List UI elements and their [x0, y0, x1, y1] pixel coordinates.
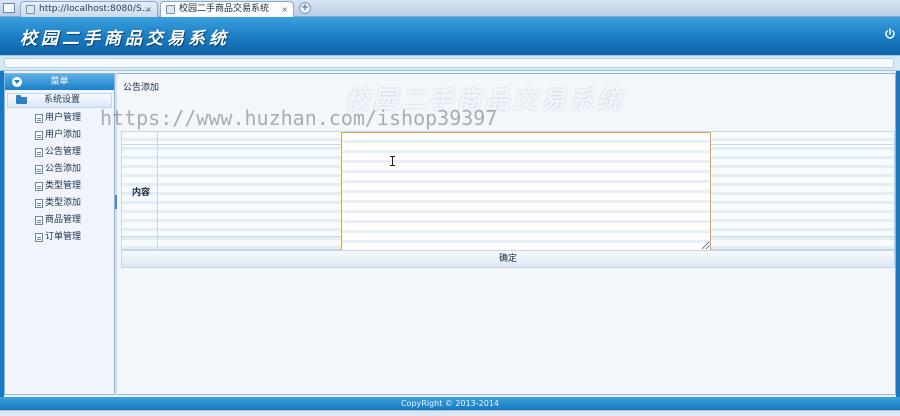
folder-icon [16, 95, 27, 104]
content-label: 内容 [132, 188, 151, 198]
sidebar-item-user-add[interactable]: 用户添加 [5, 127, 114, 144]
sidebar-group-system-settings[interactable]: 系统设置 [7, 93, 112, 108]
page-title: 公告添加 [123, 83, 160, 93]
sidebar-item-label: 用户添加 [45, 130, 82, 140]
document-icon [35, 233, 43, 242]
app-title: 校园二手商品交易系统 [20, 29, 230, 49]
header-subbar [0, 55, 900, 71]
sidebar-group-label: 系统设置 [44, 95, 81, 105]
footer-copyright: CopyRight © 2013-2014 [0, 397, 900, 410]
document-icon [35, 216, 43, 225]
sidebar-item-label: 公告添加 [45, 164, 82, 174]
collapse-toggle-icon[interactable] [12, 77, 22, 87]
browser-tab-localhost[interactable]: http://localhost:8080/S... × [20, 1, 158, 17]
close-icon[interactable]: × [145, 2, 152, 17]
sidebar-menu-header[interactable]: 菜单 [5, 74, 114, 90]
text-cursor-icon [390, 156, 395, 166]
sidebar-item-label: 类型管理 [45, 181, 82, 191]
browser-tab-label: http://localhost:8080/S... [39, 4, 151, 14]
document-icon [35, 131, 43, 140]
sidebar-item-notice-manage[interactable]: 公告管理 [5, 144, 114, 161]
sidebar-item-type-add[interactable]: 类型添加 [5, 195, 114, 212]
sidebar-item-label: 公告管理 [45, 147, 82, 157]
browser-tab-label: 校园二手商品交易系统 [179, 4, 270, 14]
page-icon [26, 5, 35, 14]
watermark-url-text: https://www.huzhan.com/ishop39397 [100, 106, 498, 130]
sidebar-item-label: 商品管理 [45, 215, 82, 225]
sidebar: 菜单 系统设置 用户管理 用户添加 公告管理 公告添加 类型管理 类型添加 商品… [4, 73, 115, 395]
document-icon [35, 148, 43, 157]
content-textarea[interactable] [341, 132, 711, 251]
window-menu-icon[interactable] [3, 3, 15, 13]
close-icon[interactable]: × [281, 2, 288, 17]
sidebar-item-type-manage[interactable]: 类型管理 [5, 178, 114, 195]
sidebar-item-user-manage[interactable]: 用户管理 [5, 110, 114, 127]
browser-tab-strip: http://localhost:8080/S... × 校园二手商品交易系统 … [0, 0, 900, 17]
sidebar-item-order-manage[interactable]: 订单管理 [5, 229, 114, 246]
page-icon [166, 5, 175, 14]
submit-button[interactable]: 确定 [122, 251, 894, 267]
sidebar-item-label: 订单管理 [45, 232, 82, 242]
app-header: 校园二手商品交易系统 [0, 17, 900, 55]
sidebar-item-notice-add[interactable]: 公告添加 [5, 161, 114, 178]
new-tab-plus-icon[interactable]: + [299, 2, 311, 14]
document-icon [35, 182, 43, 191]
form-submit-row: 确定 [121, 250, 895, 268]
document-icon [35, 114, 43, 123]
sidebar-menu-title: 菜单 [50, 77, 69, 87]
sidebar-item-label: 用户管理 [45, 113, 82, 123]
document-icon [35, 199, 43, 208]
browser-status-bar [0, 410, 900, 416]
sidebar-item-goods-manage[interactable]: 商品管理 [5, 212, 114, 229]
document-icon [35, 165, 43, 174]
frame-border-right [896, 71, 900, 397]
browser-tab-campus-system[interactable]: 校园二手商品交易系统 × [160, 1, 294, 17]
subbar-track [4, 58, 894, 68]
power-icon[interactable] [884, 28, 896, 40]
sidebar-item-label: 类型添加 [45, 198, 82, 208]
